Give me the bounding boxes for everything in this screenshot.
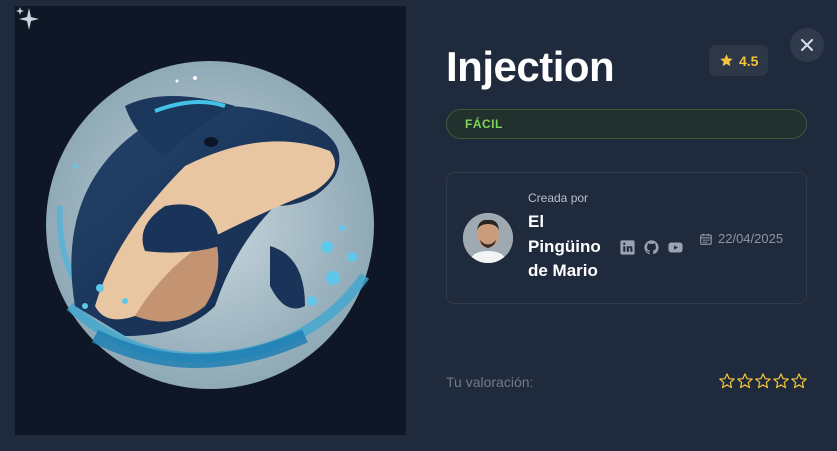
rating-badge: 4.5 <box>709 45 769 76</box>
calendar-icon <box>700 233 712 245</box>
star-icon <box>720 54 733 67</box>
linkedin-icon[interactable] <box>619 239 636 256</box>
rate-star-5[interactable] <box>790 372 808 390</box>
sparkle-icon <box>16 7 39 30</box>
date-text: 22/04/2025 <box>718 231 784 246</box>
creation-date: 22/04/2025 <box>699 231 783 246</box>
rate-star-4[interactable] <box>772 372 790 390</box>
close-icon <box>801 39 813 51</box>
author-card: Creada por El Pingüino de Mario 22/04/20… <box>446 172 807 304</box>
avatar[interactable] <box>463 213 513 263</box>
rate-star-1[interactable] <box>718 372 736 390</box>
machine-modal: Injection 4.5 FÁCIL Creada por El Pingüi… <box>0 0 837 451</box>
github-icon[interactable] <box>643 239 660 256</box>
orca-illustration <box>46 61 374 389</box>
your-rating-label: Tu valoración: <box>446 374 534 390</box>
social-links <box>619 239 684 256</box>
rate-star-2[interactable] <box>736 372 754 390</box>
rating-input <box>718 372 808 390</box>
youtube-icon[interactable] <box>667 239 684 256</box>
rate-star-3[interactable] <box>754 372 772 390</box>
author-name[interactable]: El Pingüino de Mario <box>528 210 608 284</box>
rating-value: 4.5 <box>739 52 759 69</box>
difficulty-badge: FÁCIL <box>446 109 807 139</box>
machine-title: Injection <box>446 43 615 90</box>
close-button[interactable] <box>790 28 824 62</box>
created-by-label: Creada por <box>528 191 589 205</box>
machine-image <box>15 6 406 435</box>
